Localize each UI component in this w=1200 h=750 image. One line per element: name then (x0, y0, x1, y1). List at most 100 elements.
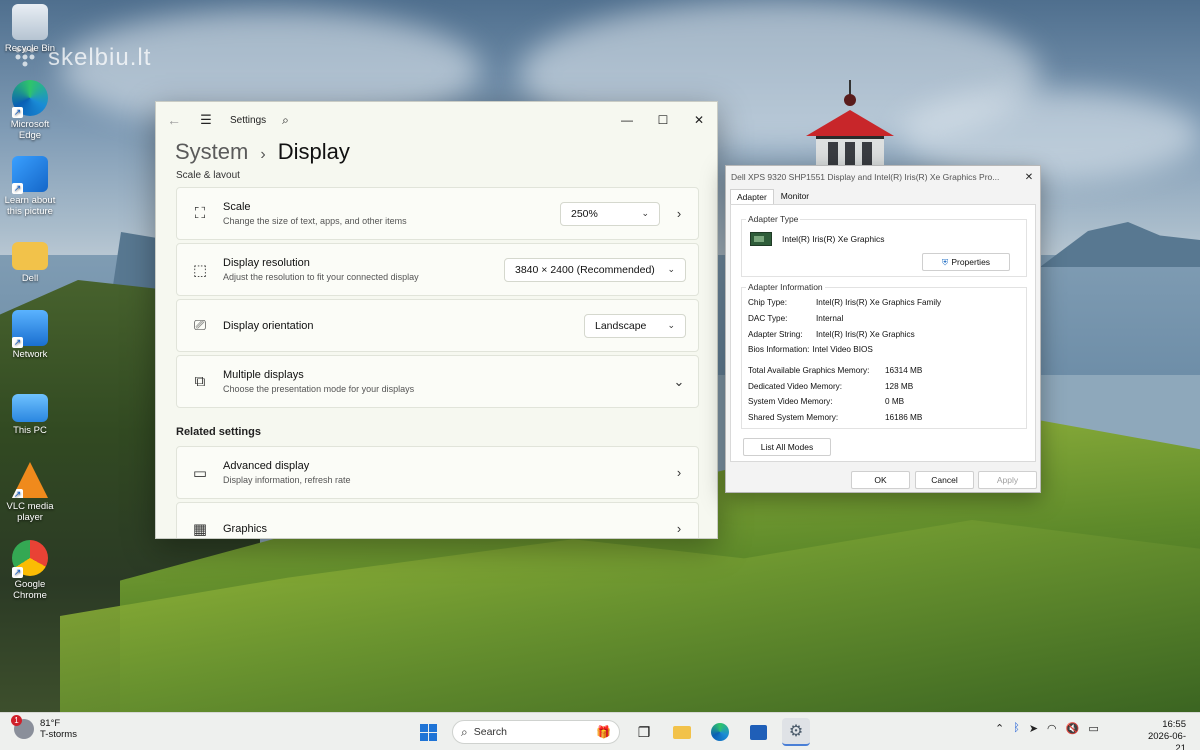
chevron-up-icon[interactable]: ⌃ (995, 722, 1004, 735)
system-tray: ⌃ ᛒ ➤ ◠ 🔇 ▭ (995, 722, 1099, 735)
scale-title: Scale (223, 201, 251, 213)
chevron-right-icon[interactable]: › (660, 465, 698, 480)
minimize-button[interactable]: — (609, 113, 645, 127)
properties-button[interactable]: ⛨ Properties (922, 253, 1010, 271)
battery-icon[interactable]: ▭ (1088, 722, 1098, 735)
start-button[interactable] (414, 718, 442, 746)
file-explorer-button[interactable] (668, 718, 696, 746)
adapter-information-label: Adapter Information (746, 282, 825, 292)
multiple-displays-title: Multiple displays (223, 369, 304, 381)
multiple-displays-setting[interactable]: ⧉ Multiple displays Choose the presentat… (176, 355, 699, 408)
page-title: Display (277, 139, 350, 164)
desktop-icon-network[interactable]: ↗ Network (4, 310, 56, 360)
total-memory-value: 16314 MB (885, 366, 923, 375)
resolution-dropdown[interactable]: 3840 × 2400 (Recommended) ⌄ (504, 257, 686, 282)
lighthouse (804, 80, 896, 170)
clock[interactable]: 16:55 2026-06-21 (1140, 719, 1186, 750)
scale-setting[interactable]: ⛶ Scale Change the size of text, apps, a… (176, 187, 699, 240)
back-arrow-icon[interactable]: ← (156, 112, 192, 128)
desktop-icon-chrome[interactable]: ↗ Google Chrome (4, 540, 56, 601)
taskbar-search-box[interactable]: ⌕ Search 🎁 (452, 720, 620, 744)
shield-icon: ⛨ (941, 256, 949, 267)
adapter-string-value: Intel(R) Iris(R) Xe Graphics (816, 330, 915, 339)
dedicated-memory-value: 128 MB (885, 382, 914, 391)
shared-memory-value: 16186 MB (885, 413, 923, 422)
windows-logo-icon (419, 723, 437, 741)
weather-widget[interactable]: 1 81°F T-storms (11, 715, 77, 740)
desktop-icon-spotlight[interactable]: ↗ Learn about this picture (4, 156, 56, 217)
shortcut-arrow-icon: ↗ (12, 183, 23, 194)
dialog-titlebar[interactable]: Dell XPS 9320 SHP1551 Display and Intel(… (726, 166, 1040, 188)
breadcrumb-system[interactable]: System (175, 139, 248, 165)
store-button[interactable] (744, 718, 772, 746)
total-memory-row: Total Available Graphics Memory: 16314 M… (748, 366, 922, 375)
edge-button[interactable] (706, 718, 734, 746)
shortcut-arrow-icon: ↗ (12, 567, 23, 578)
desktop-icon-recycle-bin[interactable]: Recycle Bin (4, 4, 56, 54)
maximize-button[interactable]: ☐ (645, 113, 681, 127)
wifi-icon[interactable]: ◠ (1047, 722, 1057, 735)
chevron-right-icon[interactable]: › (660, 521, 698, 536)
related-settings-heading: Related settings (176, 426, 261, 438)
chevron-down-icon: ⌄ (667, 264, 675, 274)
desktop-icon-computer[interactable]: This PC (4, 388, 56, 436)
location-arrow-icon[interactable]: ➤ (1029, 722, 1038, 735)
search-icon: ⌕ (461, 724, 468, 739)
orientation-dropdown[interactable]: Landscape ⌄ (584, 313, 686, 338)
display-resolution-setting[interactable]: ⬚ Display resolution Adjust the resoluti… (176, 243, 699, 296)
desktop-icon-vlc[interactable]: ↗ VLC media player (4, 462, 56, 523)
settings-window[interactable]: ← ☰ Settings ⌕ — ☐ ✕ System › Display Sc… (155, 101, 718, 539)
dialog-close-icon[interactable]: ✕ (1018, 172, 1040, 183)
scale-value: 250% (571, 207, 598, 220)
hamburger-menu-icon[interactable]: ☰ (192, 112, 220, 128)
orientation-icon: ⎚ (193, 317, 206, 334)
watermark: skelbiu.lt (48, 44, 152, 71)
clock-date: 2026-06-21 (1147, 731, 1186, 750)
chevron-right-icon[interactable]: › (660, 206, 698, 221)
chevron-right-icon: › (260, 146, 266, 163)
desktop-icon-folder[interactable]: Dell (4, 236, 56, 284)
volume-muted-icon[interactable]: 🔇 (1066, 722, 1080, 735)
desktop-icon-label: Recycle Bin (4, 43, 56, 54)
tab-monitor[interactable]: Monitor (774, 188, 816, 204)
folder-icon (673, 725, 691, 739)
settings-taskbar-button[interactable]: ⚙ (782, 718, 810, 746)
desktop-icon-edge[interactable]: ↗ Microsoft Edge (4, 80, 56, 141)
cancel-button[interactable]: Cancel (915, 471, 974, 489)
search-icon[interactable]: ⌕ (282, 113, 289, 128)
adapter-string-key: Adapter String: (748, 330, 803, 339)
spotlight-icon: ↗ (12, 156, 48, 194)
chevron-down-icon: ⌄ (641, 208, 649, 218)
close-button[interactable]: ✕ (681, 113, 717, 127)
adapter-type-group: Adapter Type Intel(R) Iris(R) Xe Graphic… (741, 214, 1027, 277)
display-orientation-setting[interactable]: ⎚ Display orientation Landscape ⌄ (176, 299, 699, 352)
monitor-icon: ▭ (192, 464, 208, 482)
list-all-modes-button[interactable]: List All Modes (743, 438, 831, 456)
apply-button[interactable]: Apply (978, 471, 1037, 489)
resolution-subtitle: Adjust the resolution to fit your connec… (223, 272, 419, 282)
advanced-display-link[interactable]: ▭ Advanced display Display information, … (176, 446, 699, 499)
multiple-displays-icon: ⧉ (194, 373, 206, 390)
shortcut-arrow-icon: ↗ (12, 489, 23, 499)
chrome-icon: ↗ (12, 540, 48, 578)
orientation-value: Landscape (595, 319, 647, 332)
chevron-down-icon[interactable]: ⌄ (660, 374, 698, 390)
settings-titlebar[interactable]: ← ☰ Settings ⌕ — ☐ ✕ (156, 102, 717, 138)
adapter-properties-dialog[interactable]: Dell XPS 9320 SHP1551 Display and Intel(… (725, 165, 1041, 493)
weather-desc: T-storms (40, 729, 77, 740)
tab-adapter[interactable]: Adapter (730, 189, 774, 204)
bios-info-value: Intel Video BIOS (812, 345, 873, 354)
shortcut-arrow-icon: ↗ (12, 337, 23, 348)
computer-icon (12, 394, 48, 422)
adapter-string-row: Adapter String: Intel(R) Iris(R) Xe Grap… (748, 330, 915, 339)
ok-button[interactable]: OK (851, 471, 910, 489)
task-view-button[interactable]: ❐ (630, 718, 658, 746)
search-highlight-icon: 🎁 (596, 725, 611, 739)
advanced-display-title: Advanced display (223, 460, 310, 472)
shared-memory-key: Shared System Memory: (748, 413, 839, 422)
scale-dropdown[interactable]: 250% ⌄ (560, 201, 660, 226)
dac-type-key: DAC Type: (748, 314, 788, 323)
graphics-link[interactable]: ▦ Graphics › (176, 502, 699, 538)
network-icon: ↗ (12, 310, 48, 348)
bluetooth-icon[interactable]: ᛒ (1013, 722, 1020, 735)
